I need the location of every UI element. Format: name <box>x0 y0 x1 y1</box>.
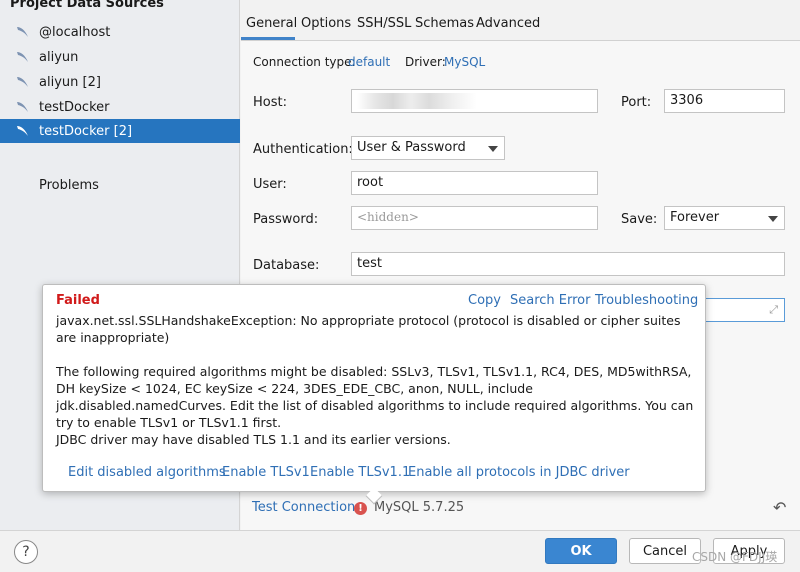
database-label: Database: <box>253 258 320 273</box>
cancel-button[interactable]: Cancel <box>629 538 701 564</box>
dialog-button-bar: ? OK Cancel Apply CSDN @FDJJ瑛 <box>0 530 800 572</box>
test-connection-link[interactable]: Test Connection <box>252 500 355 515</box>
mysql-dolphin-icon <box>14 49 32 65</box>
test-connection-result: MySQL 5.7.25 <box>374 500 465 515</box>
error-status: Failed <box>56 293 100 308</box>
mysql-dolphin-icon <box>14 123 32 139</box>
user-label: User: <box>253 177 287 192</box>
tab-bar: General Options SSH/SSL Schemas Advanced <box>241 0 800 41</box>
error-details: The following required algorithms might … <box>56 364 694 430</box>
watermark: CSDN @FDJJ瑛 <box>692 550 778 564</box>
save-label: Save: <box>621 212 658 227</box>
password-placeholder: <hidden> <box>357 210 419 224</box>
ok-button[interactable]: OK <box>545 538 617 564</box>
connection-type-label: Connection type: <box>253 55 356 69</box>
host-input[interactable] <box>351 89 598 113</box>
driver-label: Driver: <box>405 55 446 69</box>
host-redacted <box>357 93 477 109</box>
mysql-dolphin-icon <box>14 24 32 40</box>
password-input[interactable]: <hidden> <box>351 206 598 230</box>
datasource-item-testdocker-2[interactable]: testDocker [2] <box>0 119 240 143</box>
connection-type-link[interactable]: default <box>348 55 390 69</box>
error-icon: ! <box>354 502 367 515</box>
mysql-dolphin-icon <box>14 74 32 90</box>
error-message: javax.net.ssl.SSLHandshakeException: No … <box>56 313 681 345</box>
chevron-down-icon <box>768 216 778 222</box>
sidebar-title: Project Data Sources <box>10 0 164 11</box>
datasource-item-aliyun-2[interactable]: aliyun [2] <box>0 70 240 94</box>
expand-icon[interactable]: ⤢ <box>769 303 778 317</box>
driver-link[interactable]: MySQL <box>444 55 485 69</box>
enable-all-protocols-link[interactable]: Enable all protocols in JDBC driver <box>408 465 630 480</box>
edit-disabled-algorithms-link[interactable]: Edit disabled algorithms <box>68 465 226 480</box>
enable-tlsv11-link[interactable]: Enable TLSv1.1 <box>310 465 410 480</box>
datasource-label: testDocker [2] <box>39 123 133 139</box>
help-button[interactable]: ? <box>14 540 38 564</box>
datasource-label: aliyun [2] <box>39 74 101 90</box>
datasource-item-localhost[interactable]: @localhost <box>0 20 240 44</box>
reset-icon[interactable]: ↶ <box>773 498 786 517</box>
error-note: JDBC driver may have disabled TLS 1.1 an… <box>56 432 451 447</box>
host-label: Host: <box>253 95 287 110</box>
troubleshooting-link[interactable]: Troubleshooting <box>595 293 698 308</box>
datasource-label: aliyun <box>39 49 79 65</box>
tab-advanced[interactable]: Advanced <box>476 16 540 31</box>
user-input[interactable]: root <box>351 171 598 195</box>
tab-options[interactable]: Options <box>301 16 351 31</box>
mysql-dolphin-icon <box>14 99 32 115</box>
copy-link[interactable]: Copy <box>468 293 501 308</box>
datasource-label: @localhost <box>39 24 111 40</box>
authentication-select[interactable]: User & Password <box>351 136 505 160</box>
active-tab-indicator <box>241 37 295 40</box>
chevron-down-icon <box>488 146 498 152</box>
port-input[interactable]: 3306 <box>664 89 785 113</box>
search-error-link[interactable]: Search Error <box>510 293 590 308</box>
port-label: Port: <box>621 95 652 110</box>
enable-tlsv1-link[interactable]: Enable TLSv1 <box>222 465 310 480</box>
tab-ssh-ssl[interactable]: SSH/SSL <box>357 16 411 31</box>
datasource-item-testdocker[interactable]: testDocker <box>0 95 240 119</box>
error-popup: Failed Copy Search Error Troubleshooting… <box>42 284 706 505</box>
tab-schemas[interactable]: Schemas <box>415 16 474 31</box>
password-label: Password: <box>253 212 319 227</box>
datasource-item-aliyun[interactable]: aliyun <box>0 45 240 69</box>
tab-general[interactable]: General <box>246 16 297 31</box>
authentication-label: Authentication: <box>253 142 353 157</box>
datasource-label: testDocker <box>39 99 110 115</box>
save-select[interactable]: Forever <box>664 206 785 230</box>
database-input[interactable]: test <box>351 252 785 276</box>
sidebar-item-problems[interactable]: Problems <box>39 178 99 193</box>
